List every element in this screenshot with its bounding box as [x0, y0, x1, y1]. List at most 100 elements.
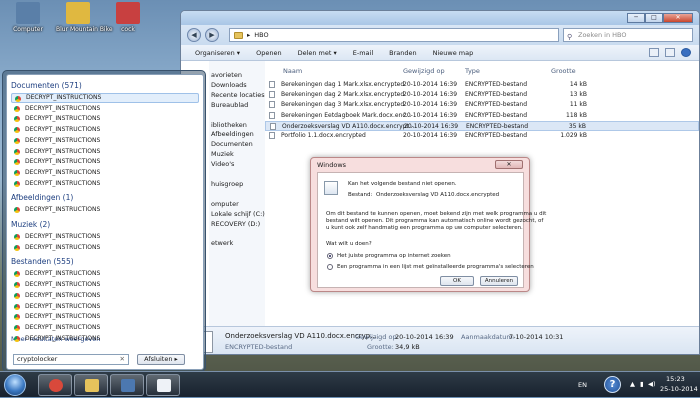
file-icon: [269, 81, 275, 88]
column-name[interactable]: Naam: [283, 67, 302, 75]
volume-icon[interactable]: ◀): [648, 380, 656, 388]
cancel-button[interactable]: Annuleren: [480, 276, 518, 286]
radio-select-program-label[interactable]: Een programma in een lijst met geïnstall…: [337, 264, 534, 270]
desktop-icon[interactable]: cock: [106, 2, 150, 33]
search-result-item[interactable]: DECRYPT_INSTRUCTIONS: [11, 280, 199, 290]
search-result-item[interactable]: DECRYPT_INSTRUCTIONS: [11, 157, 199, 167]
dialog-close-button[interactable]: ✕: [495, 160, 523, 169]
nav-item[interactable]: Lokale schijf (C:): [211, 210, 265, 218]
breadcrumb[interactable]: HBO: [254, 31, 268, 39]
dialog-message: Kan het volgende bestand niet openen.: [348, 181, 457, 187]
search-result-item[interactable]: DECRYPT_INSTRUCTIONS: [11, 232, 199, 242]
search-result-item[interactable]: DECRYPT_INSTRUCTIONS: [11, 104, 199, 114]
search-result-item[interactable]: DECRYPT_INSTRUCTIONS: [11, 323, 199, 333]
search-result-item[interactable]: DECRYPT_INSTRUCTIONS: [11, 269, 199, 279]
file-name: Onderzoeksverslag VD A110.docx.encrypt..…: [282, 122, 415, 130]
maximize-button[interactable]: □: [645, 13, 663, 23]
file-row[interactable]: Berekeningen dag 2 Mark.xlsx.encrypted 20…: [265, 90, 699, 100]
close-button[interactable]: ✕: [663, 13, 693, 23]
desktop-icon[interactable]: Blur Mountain Bike: [56, 2, 113, 33]
start-search-input[interactable]: cryptolocker ✕: [13, 354, 129, 365]
share-menu[interactable]: Delen met ▾: [298, 49, 337, 57]
open-button[interactable]: Openen: [256, 49, 281, 57]
shutdown-button[interactable]: Afsluiten ▸: [137, 354, 185, 365]
search-result-item[interactable]: DECRYPT_INSTRUCTIONS: [11, 334, 199, 344]
search-result-item[interactable]: DECRYPT_INSTRUCTIONS: [11, 168, 199, 178]
nav-item[interactable]: omputer: [211, 200, 239, 208]
column-modified[interactable]: Gewijzigd op: [403, 67, 445, 75]
column-size[interactable]: Grootte: [551, 67, 576, 75]
search-result-item[interactable]: DECRYPT_INSTRUCTIONS: [11, 243, 199, 253]
search-result-item[interactable]: DECRYPT_INSTRUCTIONS: [11, 147, 199, 157]
language-indicator[interactable]: EN: [578, 381, 587, 389]
nav-item[interactable]: Documenten: [211, 140, 253, 148]
nav-item[interactable]: Afbeeldingen: [211, 130, 254, 138]
search-result-label: DECRYPT_INSTRUCTIONS: [25, 334, 101, 342]
chrome-icon: [14, 159, 20, 166]
explorer-search-input[interactable]: ⚲ Zoeken in HBO: [563, 28, 693, 42]
nav-item[interactable]: ibliotheken: [211, 121, 247, 129]
dialog-explain-3: u kunt ook zelf handmatig een programma …: [326, 225, 523, 231]
organize-menu[interactable]: Organiseren ▾: [195, 49, 240, 57]
file-row[interactable]: Berekeningen dag 3 Mark.xlsx.encrypted 20…: [265, 100, 699, 110]
forward-button[interactable]: ▶: [205, 28, 219, 42]
file-size: 118 kB: [566, 111, 587, 119]
back-button[interactable]: ◀: [187, 28, 201, 42]
radio-select-program[interactable]: [327, 264, 333, 270]
search-result-item[interactable]: DECRYPT_INSTRUCTIONS: [11, 205, 199, 215]
nav-item[interactable]: etwerk: [211, 239, 233, 247]
result-group-title[interactable]: Afbeeldingen (1): [11, 193, 73, 202]
result-group-title[interactable]: Bestanden (555): [11, 257, 74, 266]
ok-button[interactable]: OK: [440, 276, 474, 286]
shutdown-label: Afsluiten: [144, 355, 173, 363]
file-row[interactable]: Berekeningen dag 1 Mark.xlsx.encrypted 20…: [265, 80, 699, 90]
search-result-item[interactable]: DECRYPT_INSTRUCTIONS: [11, 312, 199, 322]
taskbar-app-explorer[interactable]: [74, 374, 108, 396]
clock-time[interactable]: 15:23: [666, 375, 685, 383]
start-button[interactable]: [4, 374, 26, 396]
search-result-item[interactable]: DECRYPT_INSTRUCTIONS: [11, 93, 199, 103]
nav-item[interactable]: Recente locaties: [211, 91, 265, 99]
file-row[interactable]: Portfolio 1.1.docx.encrypted 20-10-2014 1…: [265, 131, 699, 141]
result-group-title[interactable]: Muziek (2): [11, 220, 50, 229]
search-result-item[interactable]: DECRYPT_INSTRUCTIONS: [11, 302, 199, 312]
help-icon[interactable]: [681, 48, 691, 57]
search-result-item[interactable]: DECRYPT_INSTRUCTIONS: [11, 125, 199, 135]
desktop-icon[interactable]: Computer: [6, 2, 50, 33]
nav-item[interactable]: Muziek: [211, 150, 234, 158]
preview-pane-icon[interactable]: [665, 48, 675, 57]
taskbar-app-document[interactable]: [146, 374, 180, 396]
minimize-button[interactable]: ─: [627, 13, 645, 23]
search-result-item[interactable]: DECRYPT_INSTRUCTIONS: [11, 114, 199, 124]
explorer-titlebar[interactable]: [181, 11, 699, 25]
clock-date[interactable]: 25-10-2014: [660, 385, 698, 393]
new-folder-button[interactable]: Nieuwe map: [433, 49, 474, 57]
search-result-item[interactable]: DECRYPT_INSTRUCTIONS: [11, 136, 199, 146]
nav-item[interactable]: Downloads: [211, 81, 247, 89]
show-hidden-icons-icon[interactable]: ▲: [630, 380, 635, 388]
nav-item[interactable]: avorieten: [211, 71, 242, 79]
taskbar-app-chrome[interactable]: [38, 374, 72, 396]
file-row[interactable]: Berekeningen Eetdagboek Mark.docx.enc...…: [265, 111, 699, 121]
burn-button[interactable]: Branden: [389, 49, 416, 57]
email-button[interactable]: E-mail: [353, 49, 373, 57]
nav-item[interactable]: RECOVERY (D:): [211, 220, 260, 228]
search-result-item[interactable]: DECRYPT_INSTRUCTIONS: [11, 291, 199, 301]
search-result-item[interactable]: DECRYPT_INSTRUCTIONS: [11, 179, 199, 189]
address-bar[interactable]: ▸ HBO: [229, 28, 559, 42]
result-group-title[interactable]: Documenten (571): [11, 81, 82, 90]
network-icon[interactable]: ▮: [640, 380, 644, 388]
nav-item[interactable]: Bureaublad: [211, 101, 248, 109]
nav-item[interactable]: huisgroep: [211, 180, 243, 188]
shutdown-arrow-icon[interactable]: ▸: [175, 355, 178, 363]
radio-search-online-label[interactable]: Het juiste programma op internet zoeken: [337, 253, 451, 259]
nav-item[interactable]: Video's: [211, 160, 234, 168]
view-options-icon[interactable]: [649, 48, 659, 57]
help-tray-icon[interactable]: ?: [604, 376, 621, 393]
taskbar-app-media[interactable]: [110, 374, 144, 396]
clear-search-icon[interactable]: ✕: [120, 355, 125, 364]
file-row[interactable]: Onderzoeksverslag VD A110.docx.encrypt..…: [265, 120, 699, 131]
open-with-dialog: Windows ✕ Kan het volgende bestand niet …: [310, 157, 546, 292]
column-type[interactable]: Type: [465, 67, 480, 75]
radio-search-online[interactable]: [327, 253, 333, 259]
